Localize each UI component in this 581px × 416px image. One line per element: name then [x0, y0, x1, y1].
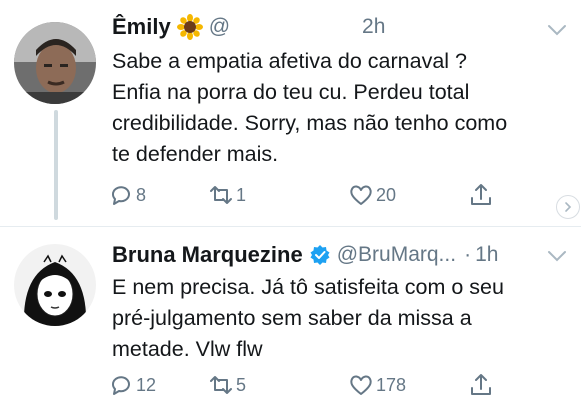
tweet-timestamp[interactable]: 2h — [362, 15, 385, 39]
tweet-text-line: metade. Vlw flw — [112, 337, 263, 361]
chevron-down-icon[interactable] — [547, 250, 567, 262]
tweet-body: Sabe a empatia afetiva do carnaval ? Enf… — [112, 46, 572, 170]
tweet-text-line: pré-julgamento sem saber da missa a — [112, 306, 472, 330]
like-icon — [350, 185, 372, 205]
chevron-right-icon — [565, 202, 572, 212]
reply-count: 8 — [136, 184, 147, 205]
chevron-down-icon[interactable] — [547, 24, 567, 36]
user-handle[interactable]: @BruMarq... — [337, 243, 456, 267]
redacted-handle-area — [230, 17, 331, 37]
share-icon — [471, 374, 491, 395]
like-button[interactable]: 178 — [348, 372, 406, 398]
retweet-icon — [210, 376, 232, 394]
retweet-icon — [210, 186, 232, 204]
reply-icon — [112, 376, 130, 395]
retweet-button[interactable]: 1 — [208, 182, 246, 208]
avatar-emily[interactable] — [14, 22, 96, 104]
separator-dot: · — [464, 243, 472, 266]
like-icon — [350, 375, 372, 395]
scroll-right-button[interactable] — [556, 195, 580, 219]
tweet-header: Êmily @ 2h — [112, 14, 385, 40]
reply-button[interactable]: 8 — [108, 182, 146, 208]
tweet-body: E nem precisa. Já tô satisfeita com o se… — [112, 272, 572, 365]
retweet-button[interactable]: 5 — [208, 372, 246, 398]
verified-badge-icon — [310, 245, 330, 265]
tweet-timestamp[interactable]: 1h — [475, 243, 498, 267]
user-handle[interactable]: @ — [209, 15, 230, 39]
retweet-count: 5 — [236, 374, 247, 395]
like-button[interactable]: 20 — [348, 182, 396, 208]
reply-icon — [112, 186, 130, 205]
share-icon — [471, 184, 491, 205]
share-button[interactable] — [468, 372, 494, 398]
tweet-header: Bruna Marquezine @BruMarq... · 1h — [112, 242, 498, 268]
sunflower-emoji — [176, 14, 203, 40]
retweet-count: 1 — [236, 184, 247, 205]
reply-button[interactable]: 12 — [108, 372, 156, 398]
tweet-text-line: Enfia na porra do teu cu. Perdeu total — [112, 80, 470, 104]
tweet-text-line: E nem precisa. Já tô satisfeita com o se… — [112, 275, 504, 299]
tweet-bruna[interactable]: Bruna Marquezine @BruMarq... · 1h E nem … — [0, 226, 581, 416]
share-button[interactable] — [468, 182, 494, 208]
tweet-text-line: te defender mais. — [112, 142, 279, 166]
thread-connector-line — [54, 110, 58, 220]
display-name[interactable]: Bruna Marquezine — [112, 242, 303, 268]
tweet-text-line: credibilidade. Sorry, mas não tenho como — [112, 111, 508, 135]
tweet-emily[interactable]: Êmily @ 2h Sabe a empatia afetiva do car… — [0, 0, 581, 226]
tweet-actions: 8 1 20 — [108, 182, 528, 212]
display-name[interactable]: Êmily — [112, 14, 171, 40]
like-count: 20 — [376, 184, 397, 205]
like-count: 178 — [376, 374, 407, 395]
reply-count: 12 — [136, 374, 157, 395]
tweet-actions: 12 5 178 — [108, 372, 528, 402]
avatar-bruna[interactable] — [14, 244, 96, 326]
tweet-text-line: Sabe a empatia afetiva do carnaval ? — [112, 49, 467, 73]
